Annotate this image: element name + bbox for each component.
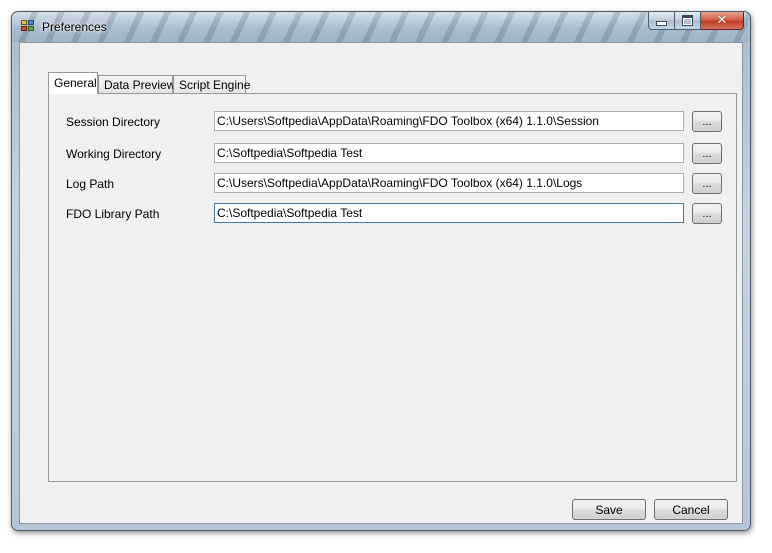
tab-script-engine[interactable]: Script Engine <box>173 75 250 93</box>
title-bar-background <box>12 12 750 42</box>
session-directory-label: Session Directory <box>66 115 161 129</box>
caption-buttons: ✕ <box>648 12 744 32</box>
working-directory-row: Working Directory ... <box>49 143 736 165</box>
minimize-button[interactable] <box>648 12 675 30</box>
working-directory-input[interactable] <box>214 143 684 163</box>
title-bar[interactable]: Preferences ✕ <box>12 12 750 42</box>
close-icon: ✕ <box>716 13 728 28</box>
save-button[interactable]: Save <box>572 499 646 520</box>
log-path-browse-button[interactable]: ... <box>692 173 722 194</box>
fdo-library-path-browse-button[interactable]: ... <box>692 203 722 224</box>
cancel-button[interactable]: Cancel <box>654 499 728 520</box>
tab-general[interactable]: General <box>48 72 98 94</box>
close-button[interactable]: ✕ <box>701 12 744 30</box>
maximize-icon <box>682 15 693 26</box>
session-directory-row: Session Directory ... <box>49 111 736 133</box>
log-path-row: Log Path ... <box>49 173 736 195</box>
fdo-library-path-label: FDO Library Path <box>66 207 160 221</box>
session-directory-browse-button[interactable]: ... <box>692 111 722 132</box>
dialog-client-area: General Data Preview Script Engine Sessi… <box>19 42 743 524</box>
maximize-button[interactable] <box>675 12 701 30</box>
minimize-icon <box>656 21 667 26</box>
tab-data-preview[interactable]: Data Preview <box>98 75 175 93</box>
preferences-app-icon[interactable] <box>21 20 35 33</box>
fdo-library-path-input[interactable] <box>214 203 684 223</box>
working-directory-label: Working Directory <box>66 147 162 161</box>
preferences-window: Preferences ✕ General Data Preview Scrip… <box>11 11 751 531</box>
general-tab-panel: Session Directory ... Working Directory … <box>48 93 737 482</box>
log-path-input[interactable] <box>214 173 684 193</box>
session-directory-input[interactable] <box>214 111 684 131</box>
log-path-label: Log Path <box>66 177 115 191</box>
window-title: Preferences <box>42 20 107 34</box>
working-directory-browse-button[interactable]: ... <box>692 143 722 164</box>
fdo-library-path-row: FDO Library Path ... <box>49 203 736 225</box>
